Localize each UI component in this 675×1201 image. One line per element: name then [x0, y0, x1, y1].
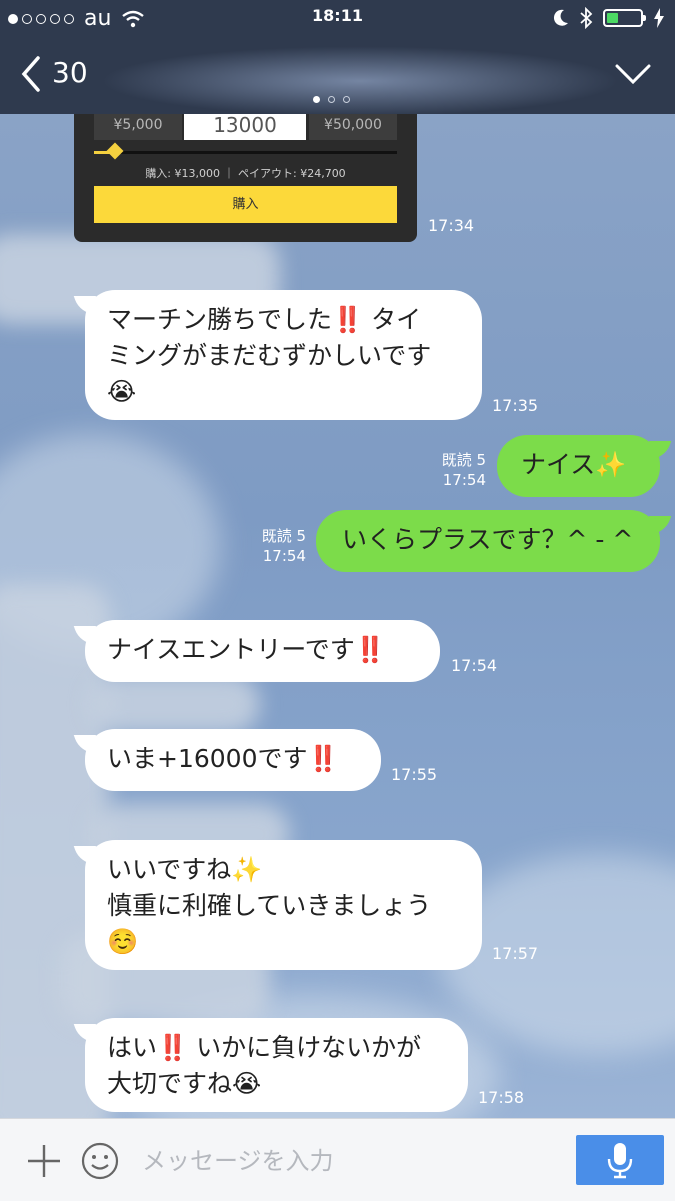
message-text: はい‼️ いかに負けないかが — [107, 1033, 422, 1062]
page-indicator — [313, 96, 350, 103]
message-input[interactable] — [140, 1137, 564, 1185]
bluetooth-icon — [580, 7, 593, 29]
chat-title: 30 — [52, 56, 88, 89]
buy-button[interactable]: 購入 — [94, 186, 397, 223]
message-time: 17:35 — [492, 396, 539, 415]
message-bubble[interactable]: いま+16000です‼️ — [85, 729, 381, 791]
moon-icon — [553, 9, 568, 26]
message-text: いま+16000です‼️ — [107, 744, 339, 773]
message-text: ☺️ — [107, 927, 139, 956]
chevron-left-icon[interactable] — [14, 54, 54, 94]
message-time: 17:34 — [428, 216, 475, 235]
smile-icon[interactable] — [80, 1141, 120, 1181]
message-bubble[interactable]: ナイスエントリーです‼️ — [85, 620, 440, 682]
message-bubble[interactable]: いいですね✨ 慎重に利確していきましょう ☺️ — [85, 840, 482, 970]
microphone-icon — [607, 1143, 633, 1179]
message-composer — [0, 1118, 675, 1201]
status-bar: au 18:11 — [0, 0, 675, 36]
charging-bolt-icon — [654, 8, 664, 28]
microphone-button[interactable] — [576, 1135, 664, 1185]
message-text: いいですね✨ — [107, 855, 263, 884]
amount-input[interactable]: 13000 — [184, 114, 306, 140]
message-bubble[interactable]: はい‼️ いかに負けないかが 大切ですね😭 — [85, 1018, 468, 1112]
message-text: いくらプラスです？^ - ^ — [342, 525, 634, 554]
redacted-avatar — [90, 674, 260, 734]
message-text: マーチン勝ちでした‼️ タイ — [107, 305, 422, 334]
amount-min[interactable]: ¥5,000 — [94, 114, 182, 140]
slider-handle[interactable] — [106, 142, 124, 160]
message-text: ミングがまだむずかしいです — [107, 341, 432, 370]
chat-header: 30 — [0, 36, 675, 116]
chat-area[interactable]: ¥5,000 13000 ¥50,000 購入: ¥13,000 ｜ ペイアウト… — [0, 114, 675, 1118]
redacted-name — [100, 46, 620, 116]
message-text: ナイス✨ — [521, 450, 627, 479]
amount-max[interactable]: ¥50,000 — [309, 114, 397, 140]
message-time: 17:55 — [391, 765, 438, 784]
trade-summary: 購入: ¥13,000 ｜ ペイアウト: ¥24,700 — [145, 167, 346, 180]
read-receipt: 既読 5 17:54 — [261, 527, 306, 565]
plus-icon[interactable] — [26, 1143, 62, 1179]
amount-slider[interactable] — [94, 142, 397, 160]
message-text: 慎重に利確していきましょう — [107, 891, 432, 920]
message-text: 大切ですね😭 — [107, 1069, 262, 1098]
message-bubble[interactable]: いくらプラスです？^ - ^ — [316, 510, 660, 572]
message-text: ナイスエントリーです‼️ — [107, 635, 386, 664]
message-bubble[interactable]: ナイス✨ — [497, 435, 660, 497]
message-bubble[interactable]: マーチン勝ちでした‼️ タイ ミングがまだむずかしいです 😭 — [85, 290, 482, 420]
battery-icon — [603, 9, 646, 27]
message-text: 😭 — [107, 377, 137, 406]
message-time: 17:58 — [478, 1088, 525, 1107]
message-time: 17:54 — [451, 656, 498, 675]
message-time: 17:57 — [492, 944, 539, 963]
trade-card: ¥5,000 13000 ¥50,000 購入: ¥13,000 ｜ ペイアウト… — [74, 114, 417, 242]
chevron-down-icon[interactable] — [613, 60, 653, 90]
read-receipt: 既読 5 17:54 — [441, 451, 486, 489]
